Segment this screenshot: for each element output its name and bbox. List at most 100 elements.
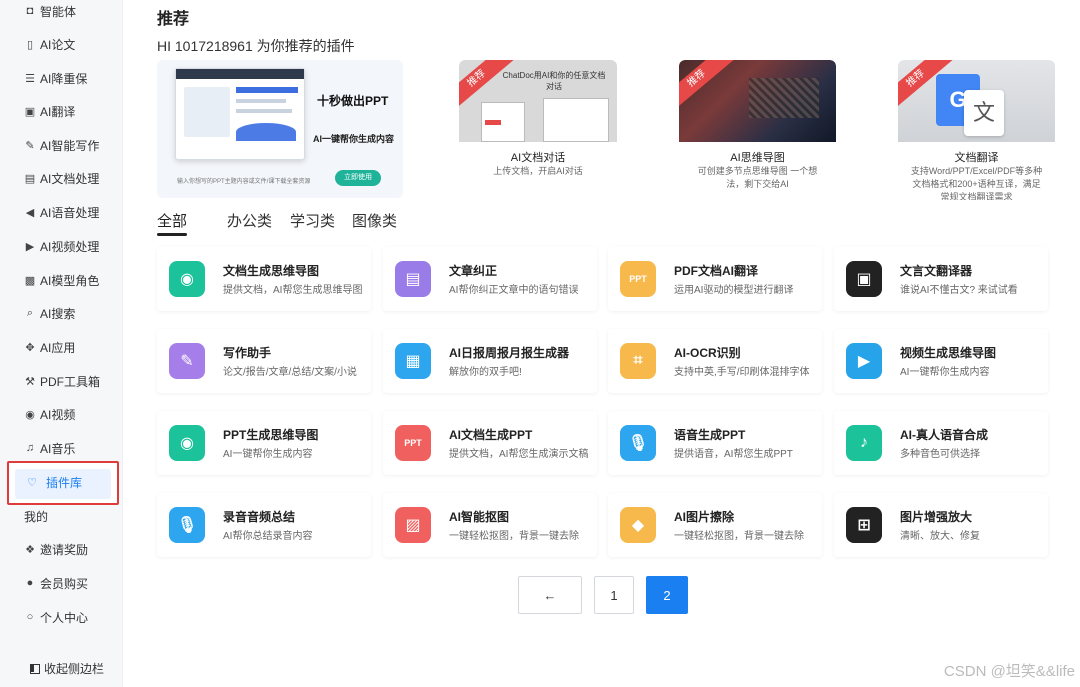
sidebar-collapse-button[interactable]: 收起侧边栏 (30, 660, 104, 677)
plugin-card[interactable]: ✎ 写作助手 论文/报告/文章/总结/文案/小说 (157, 329, 371, 393)
plugin-card[interactable]: PPT PDF文档AI翻译 运用AI驱动的模型进行翻译 (608, 247, 822, 311)
plugin-card[interactable]: ▦ AI日报周报月报生成器 解放你的双手吧! (383, 329, 597, 393)
hero-caption: 输入你想写的PPT主题内容或文件/课下载全套资源 (177, 179, 311, 185)
main-content: 推荐 HI 1017218961 为你推荐的插件 十秒做出PPT AI一键帮你生… (123, 0, 1080, 687)
sidebar-item-ai-music[interactable]: ♫ AI音乐 (0, 433, 123, 463)
sidebar-item-ai-voice[interactable]: ◀ AI语音处理 (0, 197, 123, 227)
plugin-card-title: AI-OCR识别 (674, 346, 741, 360)
banner-doc-translate[interactable]: G 文 推荐 文档翻译 支持Word/PPT/Excel/PDF等多种文档格式和… (898, 60, 1055, 200)
sidebar-item-label: 会员购买 (40, 576, 89, 591)
plugin-card-desc: 提供文档，AI帮您生成演示文稿 (449, 449, 589, 460)
sidebar-item-ai-apps[interactable]: ✥ AI应用 (0, 332, 123, 362)
plugin-card-desc: 支持中英,手写/印刷体混排字体 (674, 367, 810, 378)
plugin-card-icon: ◉ (169, 425, 205, 461)
sidebar-item-agent[interactable]: ◘ 智能体 (0, 0, 123, 26)
plugin-card-title: 录音音频总结 (223, 510, 296, 524)
cube-icon: ▩ (24, 274, 36, 287)
sidebar-item-membership[interactable]: ● 会员购买 (0, 568, 123, 598)
plugin-card[interactable]: 🎙 录音音频总结 AI帮你总结录音内容 (157, 493, 371, 557)
plugin-card[interactable]: 🎙 语音生成PPT 提供语音，AI帮您生成PPT (608, 411, 822, 475)
search-icon: ⌕ (26, 306, 34, 319)
plugin-card-icon: ⌗ (620, 343, 656, 379)
robot-icon: ◘ (26, 5, 34, 17)
user-icon: ● (26, 577, 34, 589)
banner-image: G 文 推荐 (898, 60, 1055, 142)
plugin-card-icon: ▶ (846, 343, 882, 379)
banner-desc: 上传文档，开启AI对话 (493, 166, 583, 176)
tab-image[interactable]: 图像类 (352, 210, 397, 231)
sidebar-item-ai-rewrite[interactable]: ☰ AI降重保 (0, 63, 123, 93)
plugin-card-icon: ▦ (395, 343, 431, 379)
plugin-card-desc: 一键轻松抠图，背景一键去除 (449, 531, 579, 542)
sidebar-item-pdf-tools[interactable]: ⚒ PDF工具箱 (0, 366, 123, 396)
tab-office[interactable]: 办公类 (227, 210, 272, 231)
plugin-card-icon: PPT (620, 261, 656, 297)
plugin-card-icon: ▤ (395, 261, 431, 297)
sidebar-item-ai-writing[interactable]: ✎ AI智能写作 (0, 130, 123, 160)
plugin-card-title: AI智能抠图 (449, 510, 510, 524)
wrench-icon: ⚒ (25, 375, 35, 388)
plugin-card[interactable]: ▤ 文章纠正 AI帮你纠正文章中的语句错误 (383, 247, 597, 311)
banner-title: 文档翻译 (954, 152, 999, 164)
sidebar-item-label: 插件库 (46, 475, 83, 490)
sidebar-item-profile[interactable]: ○ 个人中心 (0, 602, 123, 632)
plugin-card-desc: AI帮你纠正文章中的语句错误 (449, 285, 579, 296)
plugin-card-desc: AI一键帮你生成内容 (223, 449, 313, 460)
sidebar-item-ai-doc[interactable]: ▤ AI文档处理 (0, 163, 123, 193)
plugin-card-desc: 解放你的双手吧! (449, 367, 522, 378)
gift-icon: ❖ (25, 543, 35, 556)
pager-prev-button[interactable]: ← (518, 576, 582, 614)
pager-page-2[interactable]: 2 (646, 576, 688, 614)
banner-ai-mindmap[interactable]: 推荐 AI思维导图 可创建多节点思维导图 一个想法，剩下交给AI (679, 60, 836, 200)
plugin-card[interactable]: ⌗ AI-OCR识别支持中英,手写/印刷体混排字体 (608, 329, 822, 393)
sidebar-item-label: AI应用 (40, 340, 76, 355)
sidebar-item-label: AI论文 (40, 37, 76, 52)
sidebar-item-ai-video[interactable]: ◉ AI视频 (0, 399, 123, 429)
page-title: 推荐 (157, 11, 190, 28)
sidebar-item-label: AI搜索 (40, 306, 76, 321)
pen-icon: ✎ (25, 139, 35, 152)
plugin-card[interactable]: ⊞ 图片增强放大 清晰、放大、修复 (834, 493, 1048, 557)
sidebar-item-ai-model-role[interactable]: ▩ AI模型角色 (0, 265, 123, 295)
plugin-card[interactable]: ◉ 文档生成思维导图 提供文档，AI帮您生成思维导图 (157, 247, 371, 311)
sidebar-item-label: PDF工具箱 (40, 374, 101, 389)
plugin-card[interactable]: ◉ PPT生成思维导图 AI一键帮你生成内容 (157, 411, 371, 475)
plugin-card[interactable]: ▨ AI智能抠图 一键轻松抠图，背景一键去除 (383, 493, 597, 557)
sidebar-item-ai-translate[interactable]: ▣ AI翻译 (0, 96, 123, 126)
sidebar-item-label: AI视频 (40, 407, 76, 422)
plugin-card[interactable]: ▶ 视频生成思维导图 AI一键帮你生成内容 (834, 329, 1048, 393)
banner-image: 推荐 (679, 60, 836, 142)
sidebar-item-ai-video-process[interactable]: ▶ AI视频处理 (0, 231, 123, 261)
plugin-card[interactable]: ▣ 文言文翻译器 谁说AI不懂古文? 来试试看 (834, 247, 1048, 311)
hero-use-button[interactable]: 立即使用 (335, 170, 381, 186)
sidebar-item-label: AI模型角色 (40, 273, 100, 288)
sidebar-item-invite-reward[interactable]: ❖ 邀请奖励 (0, 534, 123, 564)
hero-banner-ppt[interactable]: 十秒做出PPT AI一键帮你生成内容 输入你想写的PPT主题内容或文件/课下载全… (157, 60, 403, 198)
sidebar-item-label: 个人中心 (40, 610, 89, 625)
banner-image: ChatDoc用AI和你的任意文档对话 推荐 (459, 60, 617, 142)
sidebar-item-ai-search[interactable]: ⌕ AI搜索 (0, 298, 123, 328)
plugin-card[interactable]: ◆ AI图片擦除 一键轻松抠图，背景一键去除 (608, 493, 822, 557)
sidebar-item-label: AI智能写作 (40, 138, 100, 153)
plugin-card-desc: 谁说AI不懂古文? 来试试看 (900, 285, 1018, 296)
sidebar-item-plugin-library[interactable]: ♡ 插件库 (0, 467, 123, 497)
tab-study[interactable]: 学习类 (290, 210, 335, 231)
plugin-card-desc: AI一键帮你生成内容 (900, 367, 990, 378)
plugin-card-icon: 🎙 (620, 425, 656, 461)
sidebar-item-label: AI音乐 (40, 441, 76, 456)
pager-page-1[interactable]: 1 (594, 576, 634, 614)
banner-ai-doc-chat[interactable]: ChatDoc用AI和你的任意文档对话 推荐 AI文档对话 上传文档，开启AI对… (459, 60, 617, 200)
plugin-card-title: AI图片擦除 (674, 510, 735, 524)
sidebar-item-label: AI翻译 (40, 104, 76, 119)
plugin-card-title: 文档生成思维导图 (223, 264, 320, 278)
plugin-card-desc: 提供文档，AI帮您生成思维导图 (223, 285, 363, 296)
plugin-card-title: 视频生成思维导图 (900, 346, 997, 360)
bulb-icon: ♡ (27, 476, 37, 489)
plugin-card[interactable]: ♪ AI-真人语音合成 多种音色可供选择 (834, 411, 1048, 475)
banner-title: AI文档对话 (510, 152, 566, 164)
tab-all[interactable]: 全部 (157, 210, 187, 231)
sidebar-section-label: 我的 (24, 509, 49, 524)
plugin-card-title: AI日报周报月报生成器 (449, 346, 570, 360)
sidebar-item-ai-paper[interactable]: ▯ AI论文 (0, 29, 123, 59)
plugin-card[interactable]: PPT AI文档生成PPT 提供文档，AI帮您生成演示文稿 (383, 411, 597, 475)
